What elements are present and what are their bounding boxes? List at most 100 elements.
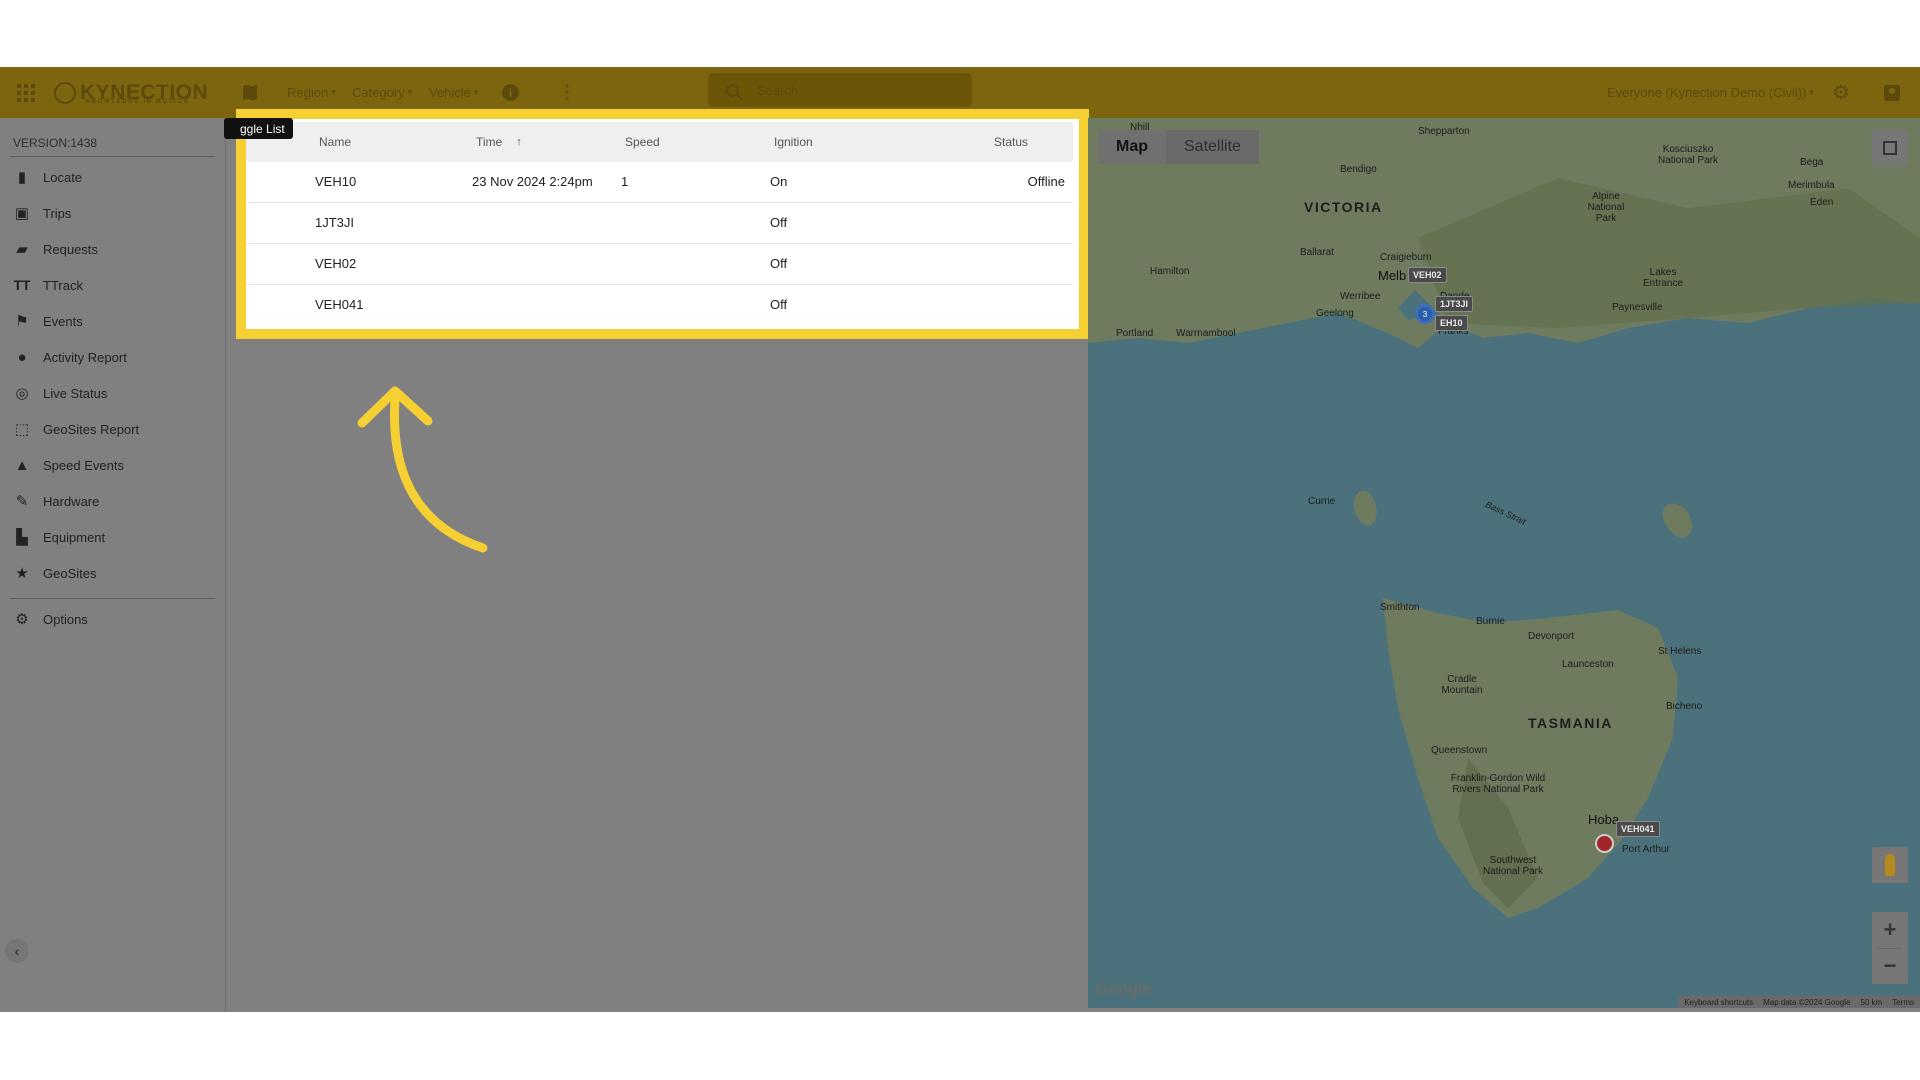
search-input[interactable] xyxy=(755,81,959,99)
vehicle-map-label[interactable]: VEH02 xyxy=(1408,267,1447,283)
fullscreen-button[interactable] xyxy=(1872,130,1908,166)
column-header-name[interactable]: Name xyxy=(319,122,351,162)
map-place-label: Southwest National Park xyxy=(1482,855,1544,877)
map-place-label: Craigieburn xyxy=(1380,252,1432,263)
column-header-speed[interactable]: Speed xyxy=(625,122,660,162)
city-label-hobart: Hoba xyxy=(1588,812,1620,827)
sidebar-item-live-status[interactable]: ◎ Live Status xyxy=(12,378,212,408)
table-row[interactable]: VEH02 Off xyxy=(246,243,1073,285)
cell-name: VEH041 xyxy=(315,297,364,312)
street-view-pegman-icon[interactable] xyxy=(1872,847,1908,883)
map-place-label: Devonport xyxy=(1528,631,1575,642)
account-selector[interactable]: Everyone (Kynection Demo (Civil)) xyxy=(1607,67,1814,118)
zoom-in-button[interactable]: + xyxy=(1872,912,1908,948)
vehicle-map-label[interactable]: EH10 xyxy=(1435,315,1468,331)
map-place-label: Lakes Entrance xyxy=(1642,267,1684,289)
sidebar-item-geosites-report[interactable]: ⬚ GeoSites Report xyxy=(12,414,212,444)
user-profile-icon[interactable] xyxy=(1884,67,1900,118)
toggle-list-tooltip: ggle List xyxy=(224,118,293,139)
map-data-credit: Map data ©2024 Google xyxy=(1763,997,1851,1007)
map-place-label: Bicheno xyxy=(1666,701,1703,712)
satellite-view-button[interactable]: Satellite xyxy=(1166,130,1259,164)
map-place-label: Hamilton xyxy=(1150,266,1190,277)
map-icon xyxy=(243,84,257,101)
map-place-label: Bendigo xyxy=(1340,164,1377,175)
google-logo: Google xyxy=(1096,981,1152,998)
logo-mark-icon xyxy=(54,81,76,104)
wrench-icon: ✎ xyxy=(15,493,29,510)
map-place-label: Bega xyxy=(1800,157,1824,168)
map-place-label: Kosciuszko National Park xyxy=(1657,144,1719,166)
map-place-label: Alpine National Park xyxy=(1587,191,1625,224)
sidebar-divider xyxy=(10,598,215,599)
cell-name: 1JT3JI xyxy=(315,215,355,230)
map-place-label: Paynesville xyxy=(1612,302,1663,313)
map-place-label: Portland xyxy=(1116,328,1154,339)
star-icon: ★ xyxy=(15,565,29,582)
sidebar-item-equipment[interactable]: ▙ Equipment xyxy=(12,522,212,552)
road-icon: ▲ xyxy=(14,456,30,474)
vehicle-cluster-marker[interactable]: 3 xyxy=(1415,304,1435,324)
keyboard-shortcuts-link[interactable]: Keyboard shortcuts xyxy=(1684,998,1753,1007)
sidebar: VERSION:1438 ▮ Locate ▣ Trips ▰ Requests TT… xyxy=(0,118,226,1012)
map-place-label: Currie xyxy=(1308,496,1336,507)
table-row[interactable]: VEH10 23 Nov 2024 2:24pm 1 On Offline xyxy=(246,161,1073,203)
column-header-time[interactable]: Time ↑ xyxy=(476,122,522,162)
version-label: VERSION:1438 xyxy=(13,136,98,150)
vehicle-map-label[interactable]: VEH041 xyxy=(1616,821,1660,837)
map-place-label: Launceston xyxy=(1562,659,1614,670)
annotation-arrow-icon xyxy=(357,386,488,553)
column-header-status[interactable]: Status xyxy=(994,122,1028,162)
map-place-label: Werribee xyxy=(1340,291,1381,302)
sidebar-item-options[interactable]: ⚙ Options xyxy=(12,604,212,634)
sidebar-item-hardware[interactable]: ✎ Hardware xyxy=(12,486,212,516)
column-header-ignition[interactable]: Ignition xyxy=(774,122,813,162)
map-place-label: Port Arthur xyxy=(1622,844,1670,855)
cell-speed: 1 xyxy=(621,174,629,189)
map-scale[interactable]: 50 km xyxy=(1860,998,1882,1007)
zoom-out-button[interactable]: − xyxy=(1872,948,1908,984)
collapse-sidebar-button[interactable]: ‹ xyxy=(5,939,29,963)
cell-status: Offline xyxy=(1027,174,1065,189)
terms-link[interactable]: Terms xyxy=(1892,998,1914,1007)
map-place-label: Eden xyxy=(1810,197,1834,208)
settings-gear-icon[interactable]: ⚙ xyxy=(1832,67,1850,118)
vehicle-map-marker[interactable] xyxy=(1595,834,1614,853)
map-place-label: Burnie xyxy=(1476,616,1505,627)
search-bar xyxy=(708,73,972,107)
kynection-logo: KYNECTION KNOWLEDGE IN MOTION xyxy=(54,67,208,118)
events-icon: ⚑ xyxy=(15,313,29,330)
table-row[interactable]: VEH041 Off xyxy=(246,284,1073,325)
map-place-label: Geelong xyxy=(1316,308,1354,319)
map-place-label: Smithton xyxy=(1380,602,1420,613)
vehicle-map-label[interactable]: 1JT3JI xyxy=(1435,296,1474,312)
sidebar-item-speed-events[interactable]: ▲ Speed Events xyxy=(12,450,212,480)
sidebar-item-requests[interactable]: ▰ Requests xyxy=(12,234,212,264)
apps-grid-icon[interactable] xyxy=(14,67,38,118)
map-place-label: Queenstown xyxy=(1431,745,1488,756)
check-circle-icon: ◎ xyxy=(15,385,29,402)
cell-time: 23 Nov 2024 2:24pm xyxy=(472,174,593,189)
table-header: Name Time ↑ Speed Ignition Status xyxy=(246,122,1073,162)
map-view-button[interactable]: Map xyxy=(1098,130,1166,164)
info-icon: i xyxy=(502,84,519,101)
chevron-left-icon: ‹ xyxy=(14,943,20,959)
truck-icon: ▙ xyxy=(16,529,28,546)
map-place-label: Shepparton xyxy=(1418,126,1470,137)
cell-name: VEH10 xyxy=(315,174,357,189)
map-place-label: Warrnambool xyxy=(1176,328,1236,339)
sidebar-item-activity-report[interactable]: ● Activity Report xyxy=(12,342,212,372)
map-place-label: Cradle Mountain xyxy=(1441,674,1483,696)
trips-icon: ▣ xyxy=(14,205,30,222)
sidebar-item-events[interactable]: ⚑ Events xyxy=(12,306,212,336)
sidebar-item-geosites[interactable]: ★ GeoSites xyxy=(12,558,212,588)
person-pin-icon: ● xyxy=(17,348,27,366)
sidebar-item-trips[interactable]: ▣ Trips xyxy=(12,198,212,228)
map-view[interactable]: Map Satellite Nhill Shepparton Kosciuszk… xyxy=(1088,118,1920,1008)
sidebar-item-locate[interactable]: ▮ Locate xyxy=(12,162,212,192)
city-label-melbourne: Melb xyxy=(1378,268,1407,283)
sidebar-item-ttrack[interactable]: TT TTrack xyxy=(12,270,212,300)
sort-arrow-icon: ↑ xyxy=(516,136,522,148)
table-row[interactable]: 1JT3JI Off xyxy=(246,202,1073,244)
region-label-tasmania: TASMANIA xyxy=(1528,715,1613,731)
